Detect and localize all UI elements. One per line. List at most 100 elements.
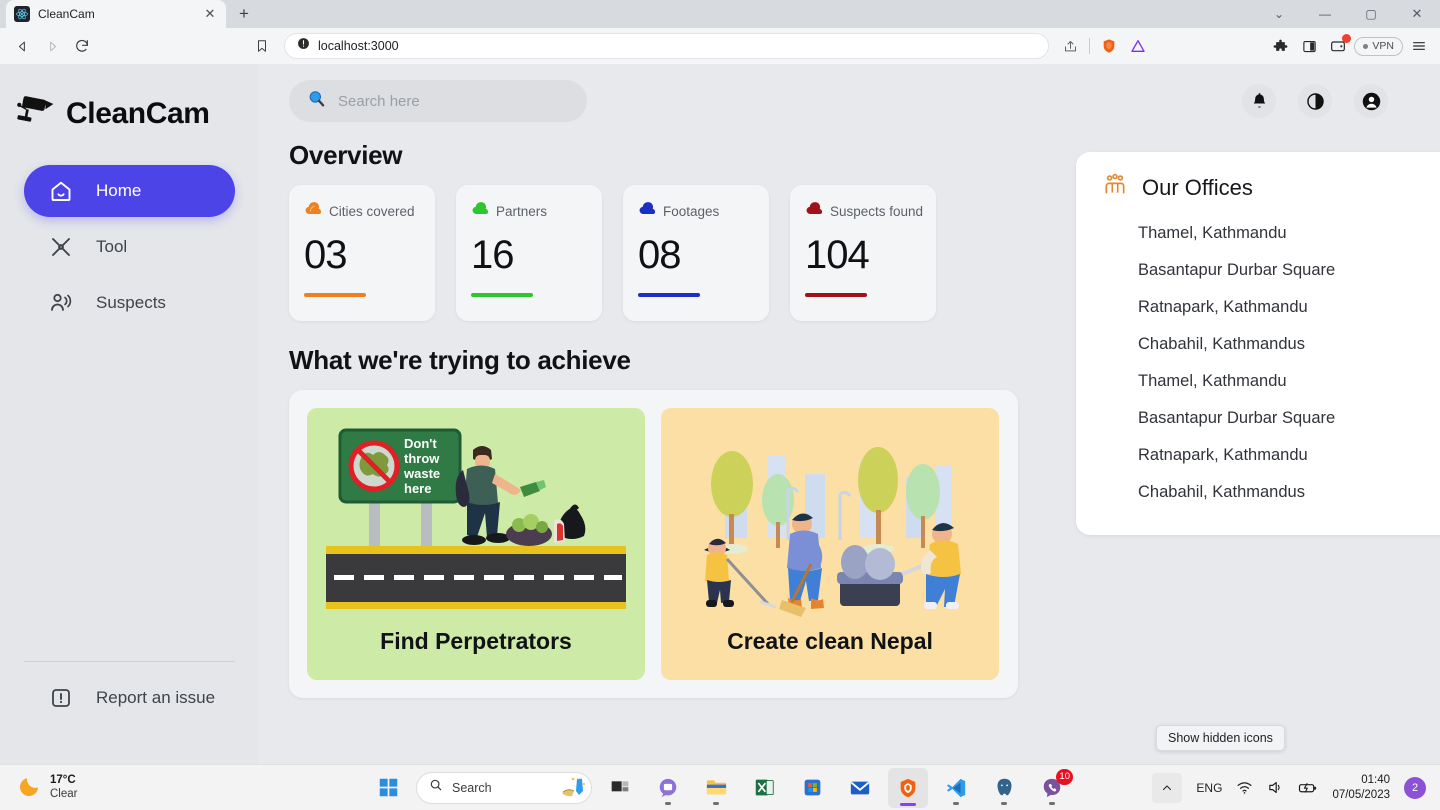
panel-icon[interactable] <box>1296 33 1322 59</box>
stat-underline <box>304 293 366 297</box>
top-bar: Search here <box>259 64 1440 122</box>
taskbar-search-label: Search <box>452 780 492 795</box>
magnifier-icon <box>429 778 443 797</box>
list-item[interactable]: Thamel, Kathmandu <box>1102 363 1435 400</box>
clock-time: 01:40 <box>1361 773 1390 786</box>
brave-shield-icon[interactable] <box>1096 33 1122 59</box>
reload-icon[interactable] <box>68 32 96 60</box>
windows-start-icon[interactable] <box>368 768 408 808</box>
stat-card[interactable]: Cities covered 03 <box>289 185 435 321</box>
achieve-card: Don't throw waste here Find Perpetrators… <box>289 390 1018 698</box>
hamburger-icon[interactable] <box>1406 33 1432 59</box>
magnifier-icon <box>307 89 326 113</box>
brand-name: CleanCam <box>66 96 210 130</box>
home-icon <box>48 178 74 204</box>
list-item[interactable]: Chabahil, Kathmandus <box>1102 474 1435 511</box>
close-window-icon[interactable]: ✕ <box>1394 0 1440 28</box>
list-item[interactable]: Thamel, Kathmandu <box>1102 215 1435 252</box>
triangle-icon[interactable] <box>1125 33 1151 59</box>
postgresql-icon[interactable] <box>984 768 1024 808</box>
sidebar-nav: Home Tool Suspects <box>0 165 259 329</box>
clock[interactable]: 01:40 07/05/2023 <box>1332 773 1390 803</box>
bookmark-icon[interactable] <box>248 32 276 60</box>
share-icon[interactable] <box>1057 33 1083 59</box>
list-item[interactable]: Basantapur Durbar Square <box>1102 400 1435 437</box>
cloud-leaf-icon <box>805 199 824 223</box>
right-column: Our Offices Thamel, Kathmandu Basantapur… <box>1044 122 1440 698</box>
wallet-icon[interactable] <box>1325 33 1352 59</box>
list-item[interactable]: Basantapur Durbar Square <box>1102 252 1435 289</box>
stats-row: Cities covered 03 Partners 16 Footages 0… <box>289 185 1044 321</box>
show-hidden-icons-button[interactable] <box>1152 772 1183 803</box>
viber-icon[interactable]: 10 <box>1032 768 1073 808</box>
chat-icon[interactable] <box>648 768 688 808</box>
sidebar-item-tool[interactable]: Tool <box>24 221 235 273</box>
url-bar[interactable]: localhost:3000 <box>284 33 1050 59</box>
task-view-icon[interactable] <box>600 768 640 808</box>
stat-card[interactable]: Partners 16 <box>456 185 602 321</box>
stat-underline <box>638 293 700 297</box>
stat-label: Suspects found <box>830 203 924 219</box>
report-issue-label: Report an issue <box>96 688 216 707</box>
list-item[interactable]: Chabahil, Kathmandus <box>1102 326 1435 363</box>
offices-title: Our Offices <box>1142 174 1253 200</box>
left-column: Overview Cities covered 03 Partners 16 F… <box>289 122 1044 698</box>
page-title: Overview <box>289 140 403 170</box>
volume-icon[interactable] <box>1267 779 1284 796</box>
new-tab-button[interactable]: + <box>230 0 258 28</box>
search-input[interactable]: Search here <box>289 80 587 122</box>
file-explorer-icon[interactable] <box>696 768 736 808</box>
sidebar-item-suspects[interactable]: Suspects <box>24 277 235 329</box>
battery-charging-icon[interactable] <box>1298 779 1318 796</box>
offices-panel: Our Offices Thamel, Kathmandu Basantapur… <box>1076 152 1440 535</box>
browser-tab[interactable]: CleanCam ✕ <box>6 0 226 28</box>
navigation-bar: localhost:3000 VPN <box>0 28 1440 64</box>
list-item[interactable]: Ratnapark, Kathmandu <box>1102 437 1435 474</box>
list-item[interactable]: Ratnapark, Kathmandu <box>1102 289 1435 326</box>
cloud-leaf-icon <box>304 199 323 223</box>
wallet-badge <box>1342 34 1352 43</box>
crescent-moon-icon <box>18 773 42 802</box>
info-circle-icon[interactable] <box>297 37 310 55</box>
cloud-leaf-icon <box>471 199 490 223</box>
sidebar-divider <box>24 661 235 662</box>
sidebar-item-label: Home <box>96 181 142 200</box>
wifi-icon[interactable] <box>1236 779 1253 796</box>
notification-count-badge[interactable]: 2 <box>1404 776 1426 799</box>
browser-window: CleanCam ✕ + ⌄ — ▢ ✕ localhost:3000 VPN … <box>0 0 1440 810</box>
minimize-icon[interactable]: — <box>1302 0 1348 28</box>
vscode-icon[interactable] <box>936 768 976 808</box>
language-indicator[interactable]: ENG <box>1196 781 1222 795</box>
report-issue-button[interactable]: Report an issue <box>24 676 235 720</box>
account-avatar-icon[interactable] <box>1354 84 1388 118</box>
tooltip-show-hidden-icons: Show hidden icons <box>1156 725 1285 751</box>
stat-value: 16 <box>471 233 515 277</box>
vpn-toggle[interactable]: VPN <box>1354 36 1403 56</box>
tab-search-icon[interactable]: ⌄ <box>1256 0 1302 28</box>
stat-label: Footages <box>663 203 720 219</box>
puzzle-icon[interactable] <box>1267 33 1293 59</box>
excel-icon[interactable] <box>744 768 784 808</box>
theme-toggle-icon[interactable] <box>1298 84 1332 118</box>
windows-taskbar: 17°C Clear Search 10 ENG 01:40 07/05/202… <box>0 764 1440 810</box>
weather-widget[interactable]: 17°C Clear <box>0 773 300 802</box>
sidebar-item-home[interactable]: Home <box>24 165 235 217</box>
tools-icon <box>48 234 74 260</box>
taskbar-search[interactable]: Search <box>416 771 592 804</box>
notification-bell-icon[interactable] <box>1242 84 1276 118</box>
mail-icon[interactable] <box>840 768 880 808</box>
tab-close-icon[interactable]: ✕ <box>202 6 218 22</box>
microsoft-store-icon[interactable] <box>792 768 832 808</box>
brave-browser-icon[interactable] <box>888 767 928 808</box>
weather-temperature: 17°C <box>50 774 76 787</box>
maximize-icon[interactable]: ▢ <box>1348 0 1394 28</box>
achieve-tile-create-clean-nepal[interactable]: Create clean Nepal <box>661 408 999 680</box>
svg-text:Don't: Don't <box>404 436 437 451</box>
stat-card[interactable]: Footages 08 <box>623 185 769 321</box>
cloud-leaf-icon <box>638 199 657 223</box>
achieve-tile-find-perpetrators[interactable]: Don't throw waste here Find Perpetrators <box>307 408 645 680</box>
back-icon[interactable] <box>8 32 36 60</box>
offices-header: Our Offices <box>1102 172 1435 203</box>
stat-card[interactable]: Suspects found 104 <box>790 185 936 321</box>
stat-underline <box>805 293 867 297</box>
